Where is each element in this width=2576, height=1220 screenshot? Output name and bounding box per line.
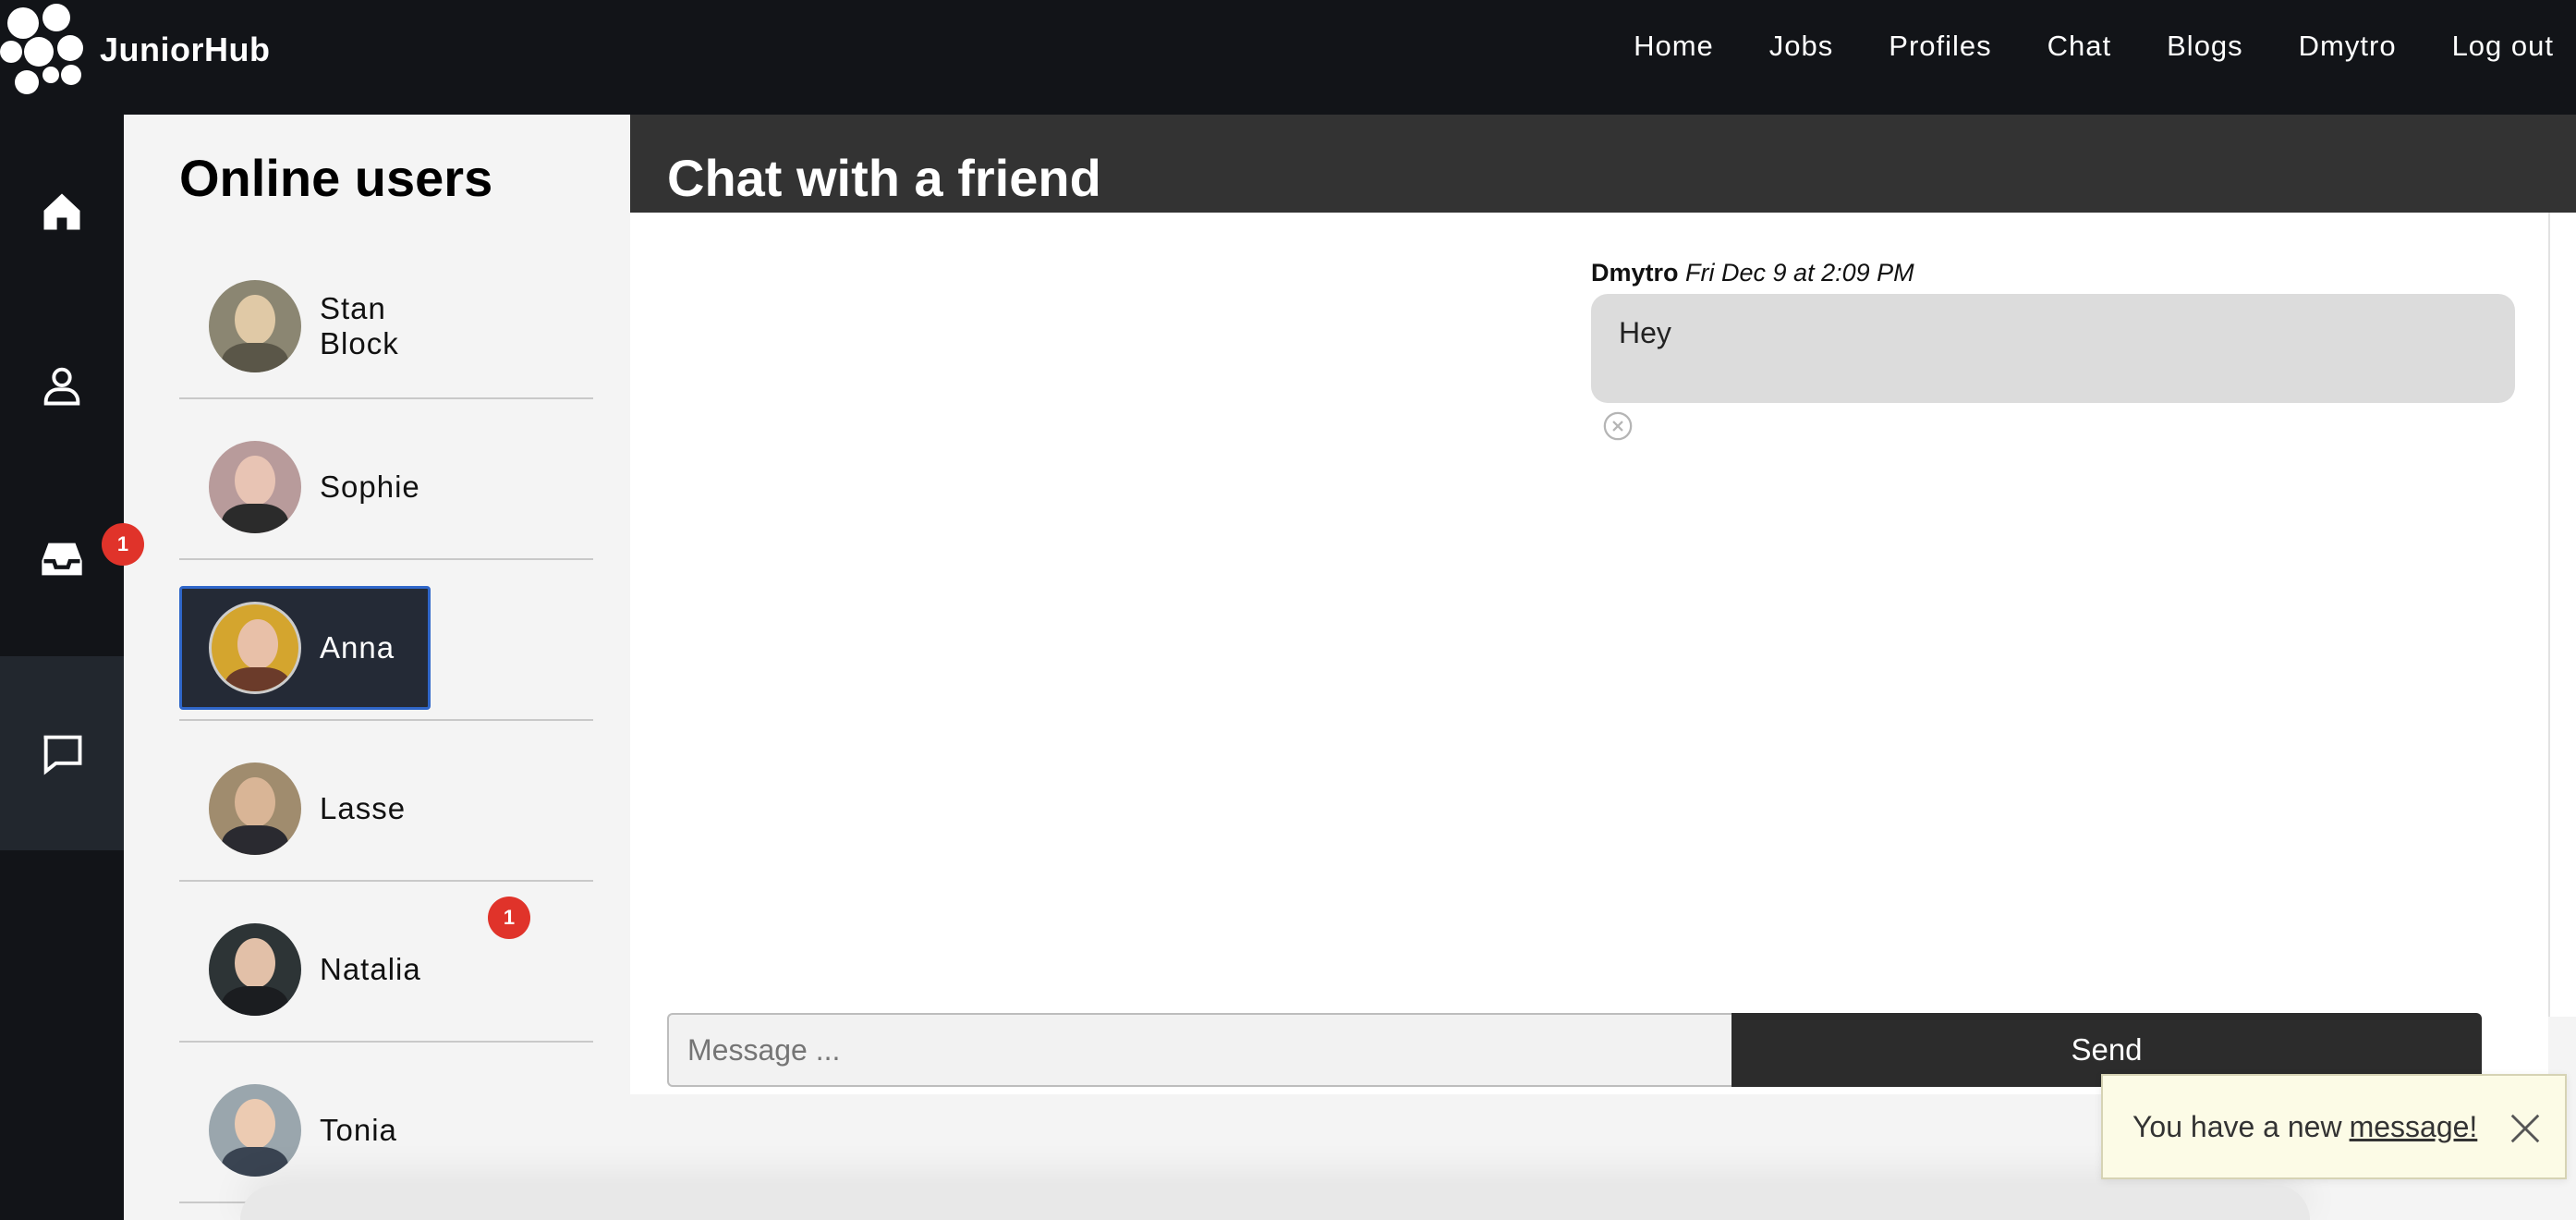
- user-row: Anna: [179, 560, 593, 721]
- user-row: Tonia: [179, 1043, 593, 1203]
- avatar: [209, 441, 301, 533]
- user-lasse[interactable]: Lasse: [179, 747, 431, 871]
- avatar: [209, 602, 301, 694]
- main-nav: Home Jobs Profiles Chat Blogs Dmytro Log…: [1634, 0, 2554, 92]
- chat-title: Chat with a friend: [667, 149, 1101, 207]
- user-anna[interactable]: Anna: [179, 586, 431, 710]
- top-navbar: JuniorHub Home Jobs Profiles Chat Blogs …: [0, 0, 2576, 115]
- avatar: [209, 280, 301, 372]
- inbox-icon: [42, 543, 82, 576]
- nav-jobs[interactable]: Jobs: [1769, 30, 1833, 63]
- message-meta: Dmytro Fri Dec 9 at 2:09 PM: [1591, 259, 1914, 287]
- message-input[interactable]: [667, 1013, 1732, 1087]
- nav-home[interactable]: Home: [1634, 30, 1714, 63]
- chat-header: Chat with a friend: [630, 115, 2576, 213]
- page-footer-shadow: [240, 1185, 2310, 1220]
- brand[interactable]: JuniorHub: [0, 0, 270, 100]
- nav-profiles[interactable]: Profiles: [1889, 30, 1991, 63]
- nav-chat[interactable]: Chat: [2047, 30, 2111, 63]
- new-message-toast: You have a new message!: [2101, 1074, 2567, 1179]
- toast-text: You have a new: [2132, 1109, 2342, 1143]
- brand-name: JuniorHub: [100, 30, 271, 68]
- left-rail: [0, 115, 124, 1220]
- user-row: Lasse: [179, 721, 593, 882]
- user-list: Stan Block Sophie Anna Lasse Natalia 1 T…: [179, 238, 593, 1203]
- rail-chat[interactable]: [0, 656, 124, 850]
- nav-blogs[interactable]: Blogs: [2167, 30, 2243, 63]
- user-stan-block[interactable]: Stan Block: [179, 264, 431, 388]
- delete-message-icon[interactable]: [1602, 410, 1634, 442]
- online-users-panel: Online users Stan Block Sophie Anna Lass…: [124, 115, 630, 1220]
- avatar: [209, 923, 301, 1016]
- avatar: [209, 762, 301, 855]
- chat-icon: [43, 735, 82, 775]
- juniorhub-logo-icon: [0, 0, 92, 100]
- user-row: Sophie: [179, 399, 593, 560]
- user-name: Sophie: [320, 470, 420, 504]
- user-name: Tonia: [320, 1113, 397, 1147]
- online-users-title: Online users: [179, 149, 493, 207]
- user-row: Stan Block: [179, 238, 593, 399]
- rail-home[interactable]: [0, 115, 124, 309]
- chat-messages: Dmytro Fri Dec 9 at 2:09 PM Hey: [630, 213, 2548, 1094]
- nav-user-dmytro[interactable]: Dmytro: [2299, 30, 2397, 63]
- close-icon[interactable]: [2508, 1111, 2543, 1146]
- message-timestamp: Fri Dec 9 at 2:09 PM: [1685, 259, 1914, 287]
- rail-profile[interactable]: [0, 288, 124, 482]
- user-row: Natalia 1: [179, 882, 593, 1043]
- user-natalia[interactable]: Natalia: [179, 908, 431, 1031]
- nav-logout[interactable]: Log out: [2452, 30, 2554, 63]
- user-name: Anna: [320, 630, 395, 665]
- rail-inbox[interactable]: [0, 462, 124, 656]
- user-sophie[interactable]: Sophie: [179, 425, 431, 549]
- user-name: Lasse: [320, 791, 407, 825]
- message-bubble: Hey: [1591, 294, 2515, 403]
- avatar: [209, 1084, 301, 1177]
- user-unread-badge: 1: [488, 897, 530, 939]
- user-name: Stan Block: [320, 291, 399, 360]
- user-tonia[interactable]: Tonia: [179, 1068, 431, 1192]
- user-icon: [43, 367, 80, 406]
- message-author: Dmytro: [1591, 259, 1679, 287]
- home-icon: [43, 193, 80, 230]
- toast-message-link[interactable]: message!: [2350, 1110, 2478, 1144]
- chat-unread-badge: 1: [102, 523, 144, 566]
- user-name: Natalia: [320, 952, 421, 986]
- chat-scrollbar[interactable]: [2548, 213, 2576, 1017]
